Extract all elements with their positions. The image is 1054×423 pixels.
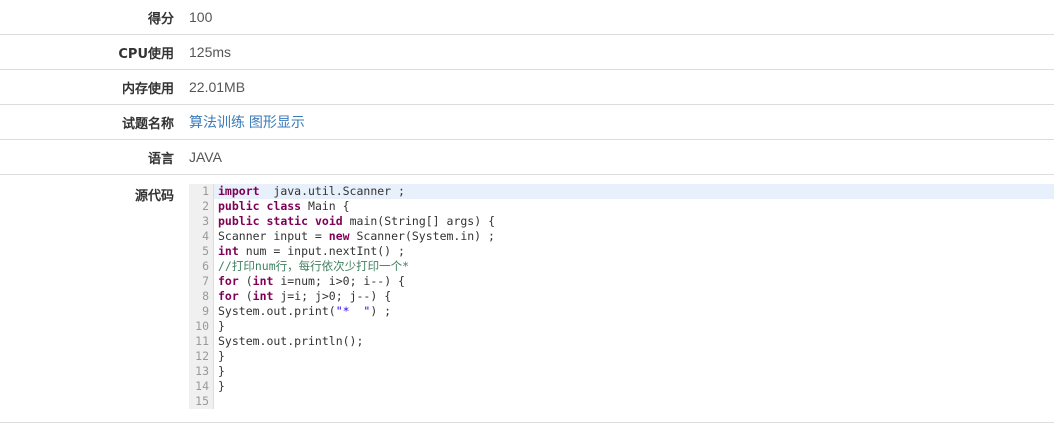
code-text: Scanner(System.in) ;: [349, 229, 495, 243]
code-line: import java.util.Scanner ;: [214, 184, 1054, 199]
code-text: System.out.println();: [218, 334, 364, 348]
language-value: JAVA: [189, 149, 222, 165]
line-number: 4: [202, 229, 209, 243]
memory-value: 22.01MB: [189, 79, 246, 95]
code-text: }: [218, 379, 225, 393]
code-line: for (int j=i; j>0; j--) {: [214, 289, 1054, 304]
code-text: Main {: [301, 199, 350, 213]
line-number: 2: [202, 199, 209, 213]
code-text: (: [238, 274, 253, 288]
problem-title-link[interactable]: 图形显示: [249, 114, 305, 130]
memory-label: 内存使用: [121, 81, 174, 97]
code-text: j=i; j>0; j--) {: [273, 289, 392, 303]
score-value: 100: [189, 9, 213, 25]
problem-name-label: 试题名称: [121, 116, 174, 132]
code-keyword: int: [218, 244, 239, 258]
problem-name-value: 算法训练 图形显示: [174, 112, 305, 132]
code-text: i=num; i>0; i--) {: [273, 274, 405, 288]
language-label: 语言: [147, 151, 174, 167]
code-text: (: [238, 289, 253, 303]
code-keyword: for: [218, 274, 239, 288]
code-line: public static void main(String[] args) {: [214, 214, 1054, 229]
code-text: ) ;: [370, 304, 392, 318]
line-number: 6: [202, 259, 209, 273]
code-keyword: void: [314, 214, 343, 228]
code-keyword: public: [218, 199, 260, 213]
line-number: 8: [202, 289, 209, 303]
score-label: 得分: [147, 11, 174, 27]
code-line: //打印num行，每行依次少打印一个*: [214, 259, 1054, 274]
code-text: }: [218, 319, 225, 333]
code-keyword: for: [218, 289, 239, 303]
code-text: }: [218, 349, 225, 363]
cpu-row: CPU使用 125ms: [0, 35, 1054, 70]
code-keyword: int: [252, 289, 274, 303]
code-line: }: [214, 364, 1054, 379]
line-number: 15: [195, 394, 209, 408]
code-viewer[interactable]: 1 2 3 4 5 6 7 8 9 10 11 12 13 14 15 import java.util.S…: [189, 184, 1054, 409]
code-text: java.util.Scanner ;: [259, 184, 405, 198]
line-number-gutter: 1 2 3 4 5 6 7 8 9 10 11 12 13 14 15: [189, 184, 214, 409]
code-keyword: int: [252, 274, 274, 288]
code-comment: //打印num行，每行依次少打印一个*: [218, 259, 410, 273]
line-number: 11: [195, 334, 209, 348]
line-number: 14: [195, 379, 209, 393]
submission-detail-table: 得分 100 CPU使用 125ms 内存使用 22.01MB 试题名称 算法训…: [0, 0, 1054, 423]
score-row: 得分 100: [0, 0, 1054, 35]
source-code-row: 源代码 1 2 3 4 5 6 7 8 9 10 11 12 13 14 15 import java.ut…: [0, 175, 1054, 423]
cpu-value: 125ms: [189, 44, 232, 60]
problem-name-row: 试题名称 算法训练 图形显示: [0, 105, 1054, 140]
code-keyword: class: [266, 199, 302, 213]
line-number: 12: [195, 349, 209, 363]
code-line: System.out.print("* ") ;: [214, 304, 1054, 319]
code-text: num = input.nextInt() ;: [238, 244, 405, 258]
code-line: System.out.println();: [214, 334, 1054, 349]
line-number: 9: [202, 304, 209, 318]
code-text: main(String[] args) {: [342, 214, 495, 228]
code-text: }: [218, 364, 225, 378]
code-line: }: [214, 349, 1054, 364]
code-lines[interactable]: import java.util.Scanner ; public class M…: [214, 184, 1054, 409]
code-string: "* ": [335, 304, 371, 318]
language-row: 语言 JAVA: [0, 140, 1054, 175]
code-text: System.out.print(: [218, 304, 336, 318]
code-keyword: new: [328, 229, 350, 243]
code-line: }: [214, 319, 1054, 334]
memory-row: 内存使用 22.01MB: [0, 70, 1054, 105]
code-line: int num = input.nextInt() ;: [214, 244, 1054, 259]
line-number: 1: [202, 184, 209, 198]
code-line: Scanner input = new Scanner(System.in) ;: [214, 229, 1054, 244]
problem-category-link[interactable]: 算法训练: [189, 114, 245, 130]
code-keyword: import: [218, 184, 260, 198]
cpu-label: CPU使用: [118, 46, 174, 62]
code-text: Scanner input =: [218, 229, 329, 243]
code-line: }: [214, 379, 1054, 394]
line-number: 5: [202, 244, 209, 258]
line-number: 13: [195, 364, 209, 378]
code-line: public class Main {: [214, 199, 1054, 214]
code-keyword: static: [266, 214, 309, 228]
line-number: 3: [202, 214, 209, 228]
source-code-label: 源代码: [134, 189, 174, 204]
code-line: for (int i=num; i>0; i--) {: [214, 274, 1054, 289]
line-number: 7: [202, 274, 209, 288]
code-keyword: public: [218, 214, 260, 228]
line-number: 10: [195, 319, 209, 333]
